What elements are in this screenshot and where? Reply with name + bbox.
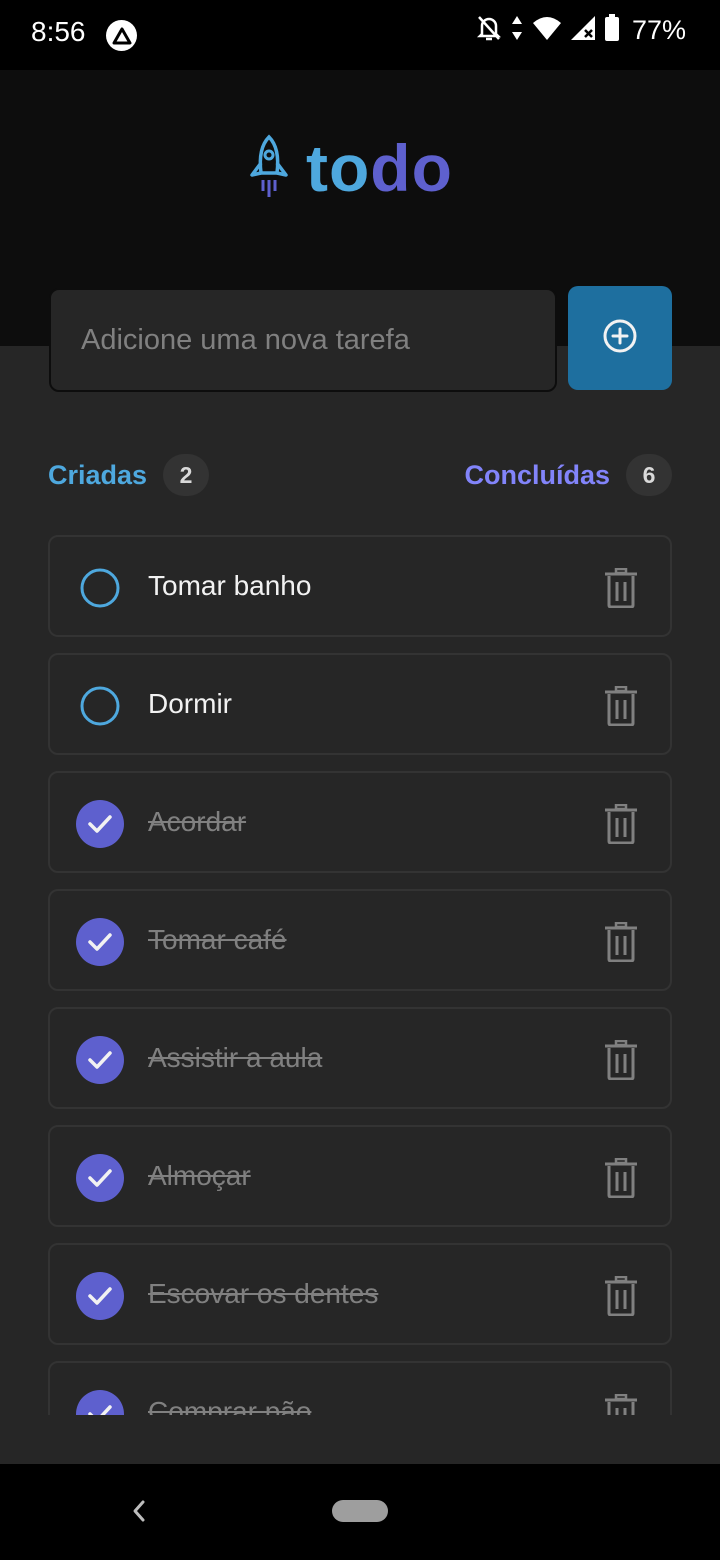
home-pill-icon[interactable] [332, 1500, 388, 1522]
new-task-placeholder: Adicione uma nova tarefa [81, 323, 410, 356]
trash-icon[interactable] [604, 803, 638, 845]
task-text: Tomar café [148, 924, 287, 955]
task-list: Tomar banho Dormir Acordar Tomar café As… [48, 535, 672, 1415]
trash-icon[interactable] [604, 685, 638, 727]
done-counter: Concluídas 6 [464, 454, 672, 496]
task-text: Dormir [148, 688, 232, 719]
checked-checkbox-icon[interactable] [76, 1154, 124, 1202]
battery-icon [604, 14, 620, 47]
trash-icon[interactable] [604, 1393, 638, 1415]
logo-wordmark: todo [306, 130, 453, 206]
unchecked-checkbox-icon[interactable] [76, 564, 124, 612]
trash-icon[interactable] [604, 921, 638, 963]
checked-checkbox-icon[interactable] [76, 1390, 124, 1415]
rocket-icon [246, 133, 292, 204]
task-item: Assistir a aula [48, 1007, 672, 1109]
checked-checkbox-icon[interactable] [76, 918, 124, 966]
trash-icon[interactable] [604, 567, 638, 609]
status-time: 8:56 [31, 16, 86, 47]
task-item: Tomar café [48, 889, 672, 991]
new-task-input[interactable]: Adicione uma nova tarefa [49, 288, 557, 392]
done-count-badge: 6 [626, 454, 672, 496]
status-bar: 8:56 77% [0, 0, 720, 70]
task-item: Tomar banho [48, 535, 672, 637]
logo-do: do [370, 131, 453, 205]
task-text: Almoçar [148, 1160, 251, 1191]
done-label: Concluídas [464, 459, 610, 490]
trash-icon[interactable] [604, 1157, 638, 1199]
back-chevron-icon[interactable] [128, 1496, 150, 1531]
signal-icon [570, 15, 596, 46]
data-arrows-icon [510, 14, 524, 47]
task-item: Comprar pão [48, 1361, 672, 1415]
task-text: Tomar banho [148, 570, 312, 601]
task-item: Escovar os dentes [48, 1243, 672, 1345]
task-item: Almoçar [48, 1125, 672, 1227]
created-count-badge: 2 [163, 454, 210, 496]
task-text: Comprar pão [148, 1396, 312, 1415]
logo-to: to [306, 131, 371, 205]
task-text: Acordar [148, 806, 247, 837]
task-text: Assistir a aula [148, 1042, 323, 1073]
wifi-icon [532, 15, 562, 46]
checked-checkbox-icon[interactable] [76, 1036, 124, 1084]
task-text: Escovar os dentes [148, 1278, 379, 1309]
plus-circle-icon [602, 318, 638, 359]
task-item: Acordar [48, 771, 672, 873]
trash-icon[interactable] [604, 1275, 638, 1317]
battery-percentage: 77% [631, 15, 686, 45]
checked-checkbox-icon[interactable] [76, 1272, 124, 1320]
created-counter: Criadas 2 [48, 454, 210, 496]
add-task-button[interactable] [568, 286, 672, 390]
notifications-off-icon [476, 14, 502, 47]
task-counters: Criadas 2 Concluídas 6 [48, 454, 672, 496]
app-badge-icon [106, 20, 137, 51]
trash-icon[interactable] [604, 1039, 638, 1081]
task-item: Dormir [48, 653, 672, 755]
created-label: Criadas [48, 459, 148, 490]
app-logo: todo [246, 130, 453, 206]
checked-checkbox-icon[interactable] [76, 800, 124, 848]
unchecked-checkbox-icon[interactable] [76, 682, 124, 730]
